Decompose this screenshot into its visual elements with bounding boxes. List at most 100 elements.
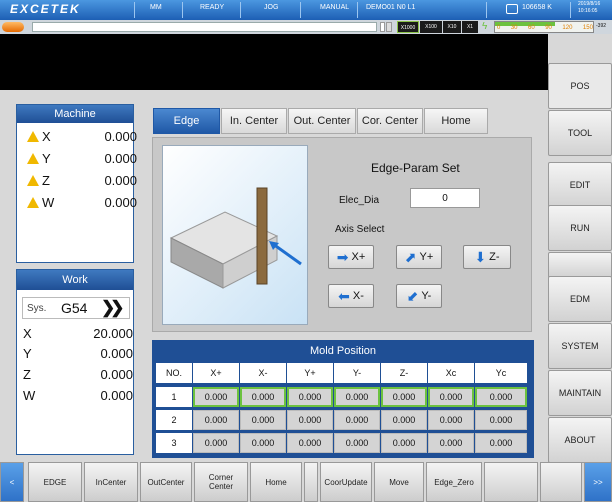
divider <box>182 2 183 18</box>
double-chevron-icon[interactable]: ❯❯ <box>101 298 124 318</box>
side-run-button[interactable]: RUN <box>548 205 612 251</box>
axis-name: Z <box>23 367 31 382</box>
divider <box>570 2 571 18</box>
scale-tick: 30 <box>510 25 518 31</box>
row-number[interactable]: 1 <box>156 387 192 407</box>
table-header-cell: X- <box>240 363 286 383</box>
mold-position-title: Mold Position <box>309 345 377 357</box>
manual-label: MANUAL <box>320 4 350 11</box>
side-maintain-button[interactable]: MAINTAIN <box>548 370 612 416</box>
table-cell: 0.000 <box>428 387 474 407</box>
counter-icon <box>506 4 518 14</box>
table-cell: 0.000 <box>193 433 239 453</box>
move-button[interactable]: Move <box>374 462 424 502</box>
edge-illustration <box>162 145 308 325</box>
coord-system-selector[interactable]: Sys. G54 ❯❯ <box>22 297 130 319</box>
axis-name: Y <box>23 346 32 361</box>
table-cell: 0.000 <box>193 387 239 407</box>
side-about-button[interactable]: ABOUT <box>548 417 612 463</box>
table-cell: 0.000 <box>381 410 427 430</box>
table-cell: 0.000 <box>334 433 380 453</box>
tab-home[interactable]: Home <box>424 108 488 134</box>
side-edm-button[interactable]: EDM <box>548 276 612 322</box>
table-cell: 0.000 <box>287 387 333 407</box>
home-button[interactable]: Home <box>250 462 302 502</box>
divider <box>134 2 135 18</box>
blank-button[interactable] <box>540 462 582 502</box>
axis-x-minus-button[interactable]: ⬅ X- <box>328 284 374 308</box>
arrow-down-left-icon: ⬋ <box>406 287 419 304</box>
tab-cor-center[interactable]: Cor. Center <box>357 108 423 134</box>
coor-update-button[interactable]: CoorUpdate <box>320 462 372 502</box>
table-cell: 0.000 <box>381 433 427 453</box>
alarm-icon[interactable] <box>2 22 24 32</box>
work-axis-row: X 20.000 <box>23 326 133 341</box>
axis-x-plus-button[interactable]: ➡ X+ <box>328 245 374 269</box>
edge-button[interactable]: EDGE <box>28 462 82 502</box>
program-label: DEMO01 N0 L1 <box>366 4 416 11</box>
corner-center-button[interactable]: Corner Center <box>194 462 248 502</box>
table-cell: 0.000 <box>475 433 527 453</box>
tab-in-center[interactable]: In. Center <box>221 108 287 134</box>
table-cell: 0.000 <box>334 387 380 407</box>
out-center-button[interactable]: OutCenter <box>140 462 192 502</box>
table-cell: 0.000 <box>240 387 286 407</box>
unit-label: MM <box>150 4 162 11</box>
message-field <box>32 22 377 32</box>
power-icon: ϟ <box>482 21 488 32</box>
step-x1-button[interactable]: X1 <box>462 21 478 33</box>
in-center-button[interactable]: InCenter <box>84 462 138 502</box>
axis-name: X <box>23 326 32 341</box>
date-text: 2019/8/16 <box>578 1 601 7</box>
arrow-down-icon: ⬇ <box>474 248 487 265</box>
machine-axis-row: X 0.000 <box>27 129 137 144</box>
divider <box>240 2 241 18</box>
step-x1000-button[interactable]: X1000 <box>397 21 419 33</box>
scroll-right-icon[interactable]: >> <box>584 462 612 502</box>
work-axis-row: W 0.000 <box>23 388 133 403</box>
axis-name: X <box>42 129 51 144</box>
axis-value: 0.000 <box>104 195 137 210</box>
arrow-left-icon: ⬅ <box>338 287 350 304</box>
edge-param-title: Edge-Param Set <box>371 161 460 175</box>
axis-y-minus-button[interactable]: ⬋ Y- <box>396 284 442 308</box>
table-cell: 0.000 <box>287 410 333 430</box>
blank-button[interactable] <box>484 462 538 502</box>
side-empty-button[interactable] <box>548 252 612 278</box>
axis-name: W <box>23 388 36 403</box>
step-x100-button[interactable]: X100 <box>420 21 442 33</box>
elec-dia-input[interactable]: 0 <box>410 188 480 208</box>
axis-button-label: X+ <box>351 251 366 263</box>
side-pos-button[interactable]: POS <box>548 63 612 109</box>
axis-label: Z <box>27 173 50 188</box>
row-number[interactable]: 2 <box>156 410 192 430</box>
side-tool-button[interactable]: TOOL <box>548 110 612 156</box>
axis-name: W <box>42 195 55 210</box>
scroll-left-icon[interactable]: < <box>0 462 24 502</box>
blank-button[interactable] <box>304 462 318 502</box>
tab-out-center[interactable]: Out. Center <box>288 108 356 134</box>
axis-y-plus-button[interactable]: ⬈ Y+ <box>396 245 442 269</box>
axis-button-label: Z- <box>489 251 500 263</box>
tab-edge[interactable]: Edge <box>153 108 220 134</box>
row-number[interactable]: 3 <box>156 433 192 453</box>
machine-axis-row: Y 0.000 <box>27 151 137 166</box>
arrow-right-icon: ➡ <box>336 248 349 265</box>
axis-z-minus-button[interactable]: ⬇ Z- <box>463 245 511 269</box>
scale-ticks: 0 30 60 90 120 150 <box>497 25 593 31</box>
side-edit-button[interactable]: EDIT <box>548 162 612 208</box>
axis-value: 0.000 <box>100 367 133 382</box>
step-x10-button[interactable]: X10 <box>443 21 461 33</box>
edge-zero-button[interactable]: Edge_Zero <box>426 462 482 502</box>
axis-value: 0.000 <box>104 173 137 188</box>
axis-button-label: Y+ <box>419 251 434 263</box>
arrow-up-right-icon: ⬈ <box>404 248 417 265</box>
table-cell: 0.000 <box>240 410 286 430</box>
top-status-bar <box>0 0 612 20</box>
mode-label: JOG <box>264 4 279 11</box>
time-text: 10:16:05 <box>578 8 598 14</box>
scale-tick: 60 <box>528 25 535 31</box>
side-system-button[interactable]: SYSTEM <box>548 323 612 369</box>
divider <box>486 2 487 18</box>
sys-label: Sys. <box>27 303 47 314</box>
